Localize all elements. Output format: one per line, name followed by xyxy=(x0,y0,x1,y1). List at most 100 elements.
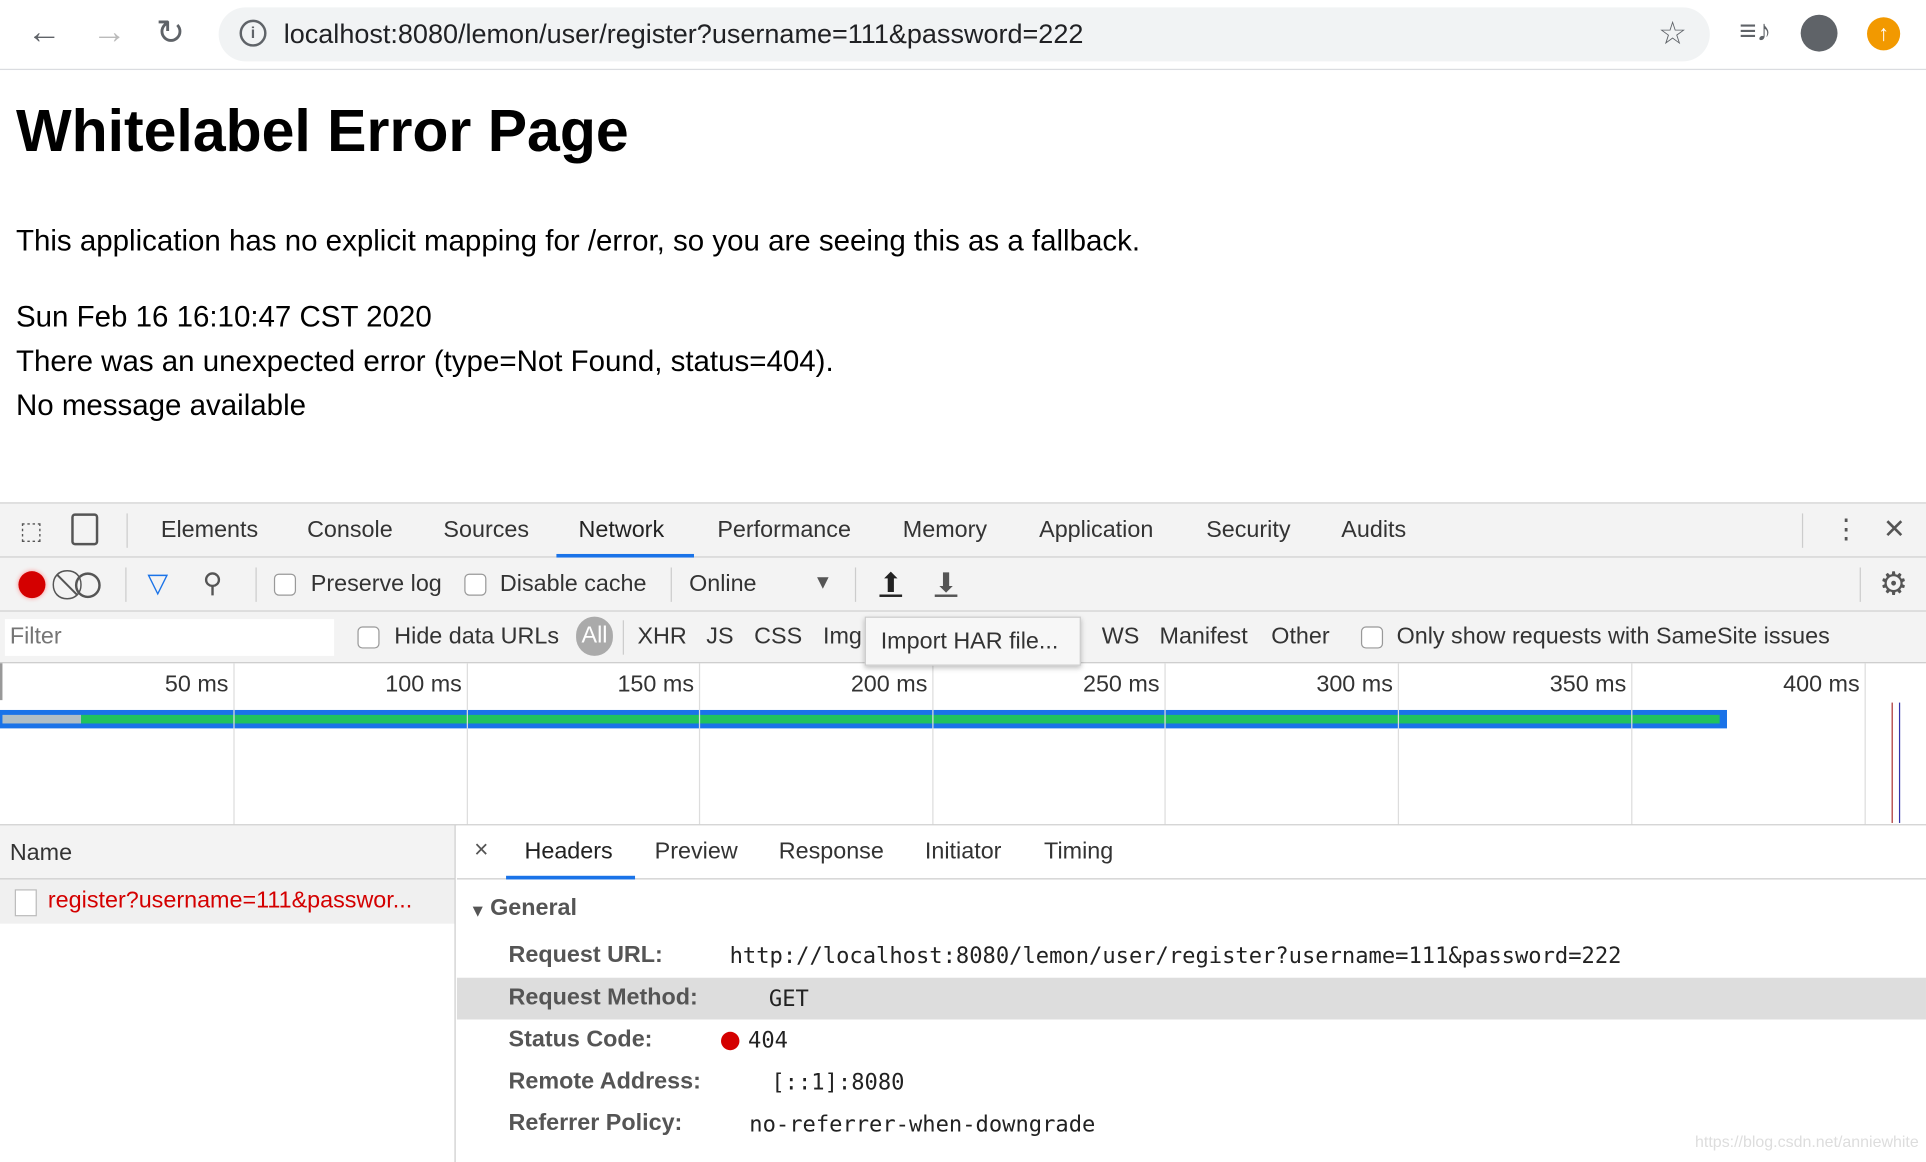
active-detail-tab-indicator xyxy=(506,875,636,880)
tab-network[interactable]: Network xyxy=(579,517,665,544)
close-icon[interactable]: ✕ xyxy=(1883,513,1906,545)
inspect-icon[interactable]: ⬚ xyxy=(20,516,43,547)
chevron-down-icon[interactable]: ▼ xyxy=(813,572,832,594)
tab-audits[interactable]: Audits xyxy=(1341,517,1406,544)
timeline-tick: 250 ms xyxy=(1082,671,1160,698)
request-name[interactable]: register?username=111&passwor... xyxy=(48,888,412,915)
preserve-log-label: Preserve log xyxy=(310,571,442,597)
tab-elements[interactable]: Elements xyxy=(161,517,258,544)
back-icon[interactable]: ← xyxy=(27,12,61,51)
request-list: Name register?username=111&passwor... xyxy=(0,825,456,1162)
type-css[interactable]: CSS xyxy=(754,624,802,651)
import-har-icon[interactable]: ⬆ xyxy=(879,567,902,599)
header-value: 404 xyxy=(748,1028,788,1054)
throttle-select[interactable]: Online xyxy=(689,571,756,598)
timeline-tick: 150 ms xyxy=(617,671,694,698)
url-text[interactable]: localhost:8080/lemon/user/register?usern… xyxy=(284,18,1084,50)
more-icon[interactable]: ⋮ xyxy=(1833,513,1860,545)
header-value: no-referrer-when-downgrade xyxy=(749,1111,1096,1138)
triangle-down-icon[interactable]: ▼ xyxy=(469,900,486,920)
timeline-waiting xyxy=(2,714,82,724)
filter-input[interactable] xyxy=(4,619,335,656)
tab-sources[interactable]: Sources xyxy=(443,517,529,544)
detail-tab-timing[interactable]: Timing xyxy=(1044,839,1113,866)
type-js[interactable]: JS xyxy=(706,624,733,651)
tab-application[interactable]: Application xyxy=(1039,517,1153,544)
timeline-gridline xyxy=(1397,663,1400,825)
hide-data-urls-checkbox[interactable] xyxy=(357,626,380,649)
browser-toolbar: ← → ↻ i localhost:8080/lemon/user/regist… xyxy=(0,0,1926,71)
devtools: ⬚ Elements Console Sources Network Perfo… xyxy=(0,502,1926,1162)
samesite-label: Only show requests with SameSite issues xyxy=(1396,623,1830,650)
header-key: Referrer Policy: xyxy=(508,1110,683,1137)
filter-bar: Hide data URLs All XHR JS CSS Img WS Man… xyxy=(0,611,1926,666)
samesite-checkbox[interactable] xyxy=(1360,626,1384,649)
header-key: Status Code: xyxy=(508,1026,653,1053)
settings-gear-icon[interactable]: ⚙ xyxy=(1879,565,1908,603)
detail-tab-initiator[interactable]: Initiator xyxy=(925,839,1002,866)
search-icon[interactable]: ⚲ xyxy=(203,567,223,599)
tooltip: Import HAR file... xyxy=(864,616,1081,666)
detail-tab-headers[interactable]: Headers xyxy=(524,839,612,866)
forward-icon[interactable]: → xyxy=(92,12,126,51)
type-xhr[interactable]: XHR xyxy=(637,624,686,651)
devtools-tabbar: ⬚ Elements Console Sources Network Perfo… xyxy=(0,503,1926,558)
update-icon[interactable]: ↑ xyxy=(1867,17,1901,51)
header-key: Remote Address: xyxy=(508,1068,701,1095)
type-other[interactable]: Other xyxy=(1271,624,1329,651)
hide-data-urls-label: Hide data URLs xyxy=(394,623,560,650)
status-error-dot-icon xyxy=(721,1031,740,1051)
info-icon[interactable]: i xyxy=(239,19,267,47)
timeline-tick: 400 ms xyxy=(1783,671,1860,698)
star-icon[interactable]: ☆ xyxy=(1658,15,1687,53)
timeline-gridline xyxy=(466,663,468,825)
preserve-log-checkbox[interactable] xyxy=(273,573,297,596)
filter-icon[interactable]: ▽ xyxy=(147,567,168,599)
name-column-header[interactable]: Name xyxy=(0,825,455,880)
tab-security[interactable]: Security xyxy=(1206,517,1290,544)
record-icon[interactable] xyxy=(18,571,46,599)
watermark: https://blog.csdn.net/anniewhite xyxy=(1695,1132,1919,1151)
reload-icon[interactable]: ↻ xyxy=(156,12,185,53)
timeline-gridline xyxy=(1164,663,1166,825)
detail-tab-preview[interactable]: Preview xyxy=(655,839,738,866)
tab-console[interactable]: Console xyxy=(307,517,393,544)
disable-cache-checkbox[interactable] xyxy=(464,573,487,596)
timeline-gridline xyxy=(698,663,701,825)
type-all[interactable]: All xyxy=(576,616,613,656)
header-value: http://localhost:8080/lemon/user/registe… xyxy=(729,943,1622,970)
timeline-tick: 350 ms xyxy=(1549,671,1627,698)
load-event-line xyxy=(1891,702,1893,823)
profile-icon[interactable] xyxy=(1800,14,1838,52)
timeline-gridline xyxy=(1631,663,1633,825)
type-ws[interactable]: WS xyxy=(1102,624,1140,651)
timeline-download xyxy=(81,714,1720,724)
type-img[interactable]: Img xyxy=(823,624,862,651)
general-section-title[interactable]: General xyxy=(490,895,577,922)
clear-icon-ring xyxy=(74,572,101,599)
error-message: This application has no explicit mapping… xyxy=(15,224,1141,258)
disable-cache-label: Disable cache xyxy=(499,571,647,597)
export-har-icon[interactable]: ⬇ xyxy=(935,567,958,599)
close-detail-icon[interactable]: × xyxy=(474,836,488,864)
timeline-gridline xyxy=(233,663,235,825)
header-key: Request URL: xyxy=(508,942,663,968)
address-bar[interactable]: i localhost:8080/lemon/user/register?use… xyxy=(218,7,1710,62)
timeline-gridline xyxy=(932,663,934,825)
timeline-tick: 100 ms xyxy=(385,671,462,698)
error-detail: No message available xyxy=(15,389,307,423)
tab-performance[interactable]: Performance xyxy=(717,517,851,544)
page-title: Whitelabel Error Page xyxy=(15,99,629,165)
document-icon xyxy=(14,889,37,917)
request-row[interactable]: register?username=111&passwor... xyxy=(0,879,455,924)
device-toggle-icon[interactable] xyxy=(71,513,99,546)
media-icon[interactable]: ≡♪ xyxy=(1739,15,1771,49)
type-manifest[interactable]: Manifest xyxy=(1160,624,1248,651)
network-toolbar: ⃠ ▽ ⚲ Preserve log Disable cache Online … xyxy=(0,557,1926,612)
header-value: [::1]:8080 xyxy=(771,1069,905,1096)
tab-memory[interactable]: Memory xyxy=(903,517,987,544)
error-date: Sun Feb 16 16:10:47 CST 2020 xyxy=(15,300,432,335)
detail-tab-response[interactable]: Response xyxy=(779,839,884,866)
timeline-tick: 200 ms xyxy=(850,671,928,698)
error-type: There was an unexpected error (type=Not … xyxy=(15,345,834,379)
